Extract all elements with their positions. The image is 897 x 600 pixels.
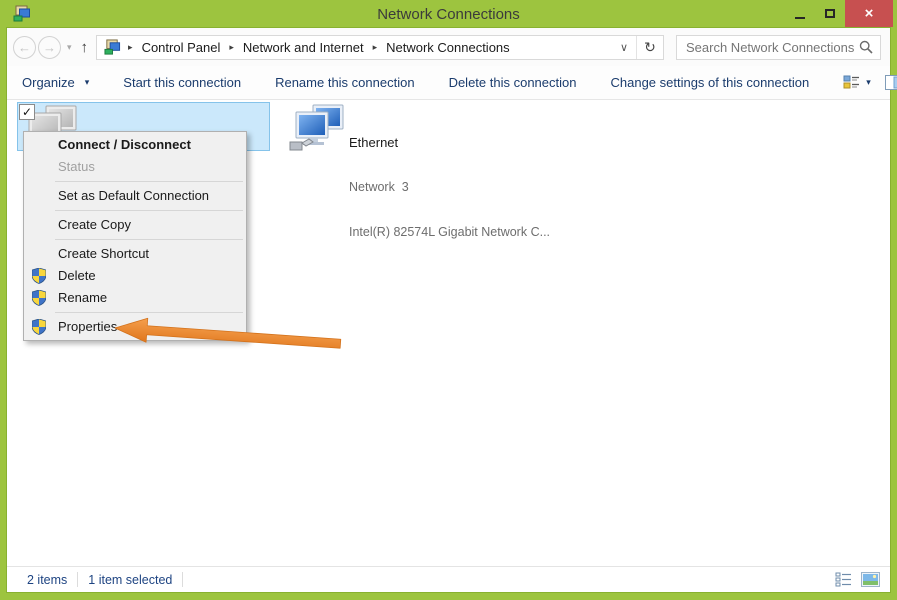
menu-separator	[55, 210, 243, 211]
window-title: Network Connections	[0, 6, 897, 23]
uac-shield-icon	[32, 290, 46, 306]
maximize-icon	[825, 9, 835, 18]
crumb-separator-icon: ▸	[123, 42, 138, 53]
delete-connection-button[interactable]: Delete this connection	[449, 75, 577, 90]
menu-separator	[55, 239, 243, 240]
command-bar: Organize ▾ Start this connection Rename …	[7, 66, 890, 100]
selection-count: 1 item selected	[88, 573, 172, 587]
menu-item-status: Status	[24, 156, 246, 178]
window-body: ← → ▾ ↑ ▸ Control Panel ▸ Network and In…	[7, 28, 890, 592]
breadcrumb-network-connections[interactable]: Network Connections	[382, 39, 514, 56]
connection-name: Ethernet	[349, 135, 550, 150]
maximize-button[interactable]	[815, 0, 845, 27]
crumb-separator-icon: ▸	[224, 42, 239, 53]
item-count: 2 items	[27, 573, 67, 587]
status-bar: 2 items 1 item selected	[7, 566, 890, 592]
menu-item-properties[interactable]: Properties	[24, 316, 246, 338]
context-menu: Connect / Disconnect Status Set as Defau…	[23, 131, 247, 341]
navigation-bar: ← → ▾ ↑ ▸ Control Panel ▸ Network and In…	[7, 28, 890, 66]
organize-button[interactable]: Organize	[22, 75, 75, 90]
start-connection-button[interactable]: Start this connection	[123, 75, 241, 90]
title-bar: Network Connections ×	[0, 0, 897, 28]
view-caret-icon[interactable]: ▾	[866, 77, 871, 88]
change-settings-button[interactable]: Change settings of this connection	[610, 75, 809, 90]
menu-item-delete[interactable]: Delete	[24, 265, 246, 287]
item-checkbox[interactable]: ✓	[19, 104, 35, 120]
minimize-icon	[795, 17, 805, 19]
back-icon: ←	[18, 40, 31, 55]
crumb-separator-icon: ▸	[368, 42, 383, 53]
connection-network: Network 3	[349, 180, 550, 195]
address-bar[interactable]: ▸ Control Panel ▸ Network and Internet ▸…	[96, 35, 664, 60]
preview-pane-icon[interactable]	[885, 75, 897, 90]
search-icon	[859, 40, 873, 54]
breadcrumb-network-and-internet[interactable]: Network and Internet	[239, 39, 368, 56]
status-divider	[77, 572, 78, 587]
menu-item-rename[interactable]: Rename	[24, 287, 246, 309]
close-icon: ×	[865, 5, 874, 22]
back-button[interactable]: ←	[13, 36, 36, 59]
connections-list: ✓ vpc1 Disconnected	[7, 100, 890, 566]
address-dropdown-icon[interactable]: ∨	[612, 41, 636, 54]
rename-connection-button[interactable]: Rename this connection	[275, 75, 414, 90]
search-input[interactable]	[686, 40, 859, 55]
menu-separator	[55, 181, 243, 182]
location-icon	[104, 39, 121, 56]
menu-separator	[55, 312, 243, 313]
forward-button[interactable]: →	[38, 36, 61, 59]
large-icons-view-icon[interactable]	[861, 572, 880, 587]
menu-item-set-default[interactable]: Set as Default Connection	[24, 185, 246, 207]
menu-item-create-shortcut[interactable]: Create Shortcut	[24, 243, 246, 265]
ethernet-connection-icon	[288, 104, 348, 152]
menu-item-create-copy[interactable]: Create Copy	[24, 214, 246, 236]
forward-icon: →	[43, 40, 56, 55]
minimize-button[interactable]	[785, 0, 815, 27]
uac-shield-icon	[32, 319, 46, 335]
connection-adapter: Intel(R) 82574L Gigabit Network C...	[349, 225, 550, 240]
uac-shield-icon	[32, 268, 46, 284]
close-button[interactable]: ×	[845, 0, 893, 27]
details-view-icon[interactable]	[835, 572, 852, 587]
change-view-icon[interactable]	[843, 75, 860, 90]
menu-item-connect-disconnect[interactable]: Connect / Disconnect	[24, 134, 246, 156]
refresh-icon[interactable]: ↻	[637, 39, 663, 56]
breadcrumb-control-panel[interactable]: Control Panel	[138, 39, 225, 56]
search-box[interactable]	[676, 35, 881, 60]
check-icon: ✓	[22, 105, 32, 119]
connection-tile-ethernet[interactable]: Ethernet Network 3 Intel(R) 82574L Gigab…	[285, 102, 535, 151]
status-divider	[182, 572, 183, 587]
recent-pages-dropdown[interactable]: ▾	[67, 42, 72, 53]
up-button[interactable]: ↑	[81, 39, 89, 56]
network-connections-window: Network Connections × ← → ▾ ↑ ▸ Control …	[0, 0, 897, 600]
organize-caret-icon: ▾	[85, 77, 90, 88]
